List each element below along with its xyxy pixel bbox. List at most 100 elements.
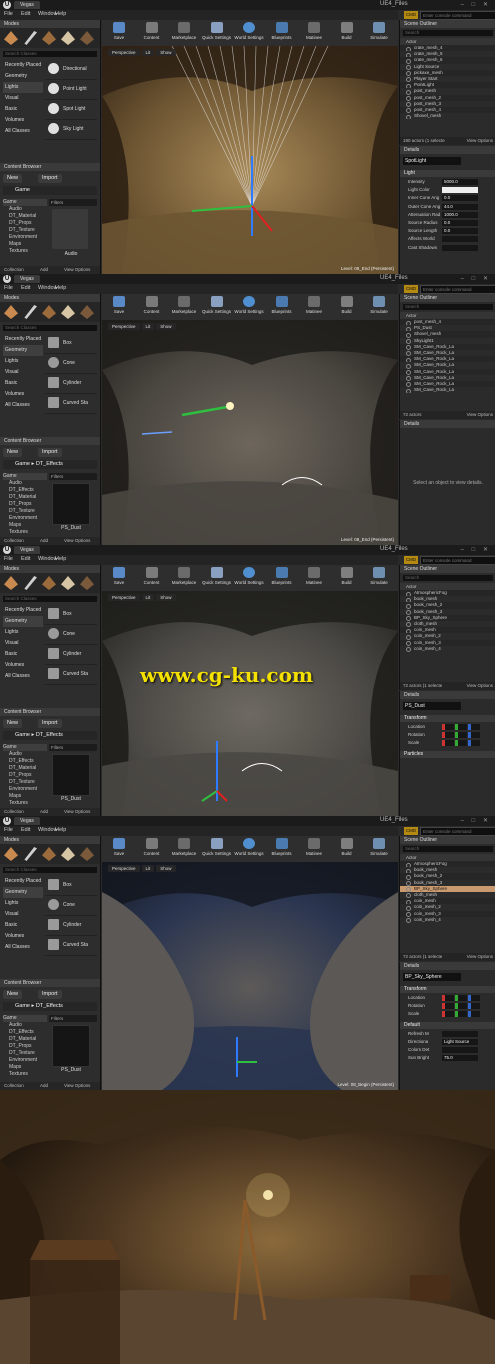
outliner-row[interactable]: coin_mesh_4 [400, 646, 495, 652]
category-basic[interactable]: Basic [3, 378, 43, 389]
viewport-show-button[interactable]: Show [156, 323, 176, 330]
level-viewport[interactable]: Perspective Lit Show Level: 08_End (Persist… [102, 320, 398, 545]
menu-item-help[interactable]: Help [55, 827, 66, 833]
path-segment[interactable]: DT_Effects [36, 461, 63, 467]
toolbar-simulate-button[interactable]: Simulate [364, 838, 394, 860]
level-tab[interactable]: Vegas [14, 275, 40, 283]
menu-item-edit[interactable]: Edit [21, 556, 30, 562]
asset-thumbnail[interactable] [52, 483, 90, 525]
place-item[interactable]: Curved Sta [45, 936, 97, 956]
folder-item[interactable]: Textures [3, 529, 47, 536]
place-item[interactable]: Curved Sta [45, 665, 97, 685]
mode-tab-icon[interactable] [42, 31, 56, 45]
search-classes-input[interactable]: Search Classes [3, 596, 97, 602]
toolbar-marketplace-button[interactable]: Marketplace [169, 838, 199, 860]
outliner-column-actor[interactable]: Actor [400, 854, 495, 861]
category-basic[interactable]: Basic [3, 920, 43, 931]
window-controls[interactable]: – □ ✕ [461, 817, 491, 824]
mode-tab-icon[interactable] [24, 31, 37, 45]
path-segment[interactable]: DT_Effects [36, 732, 63, 738]
property-value-field[interactable]: 75.0 [442, 1055, 478, 1062]
search-classes-input[interactable]: Search Classes [3, 325, 97, 331]
folder-item[interactable]: Environment [3, 786, 47, 793]
filters-dropdown[interactable]: Filters [49, 1015, 97, 1022]
mode-tab-icon[interactable] [4, 847, 18, 861]
new-button[interactable]: New [3, 719, 23, 728]
folder-item[interactable]: DT_Props [3, 772, 47, 779]
place-item[interactable]: Cone [45, 625, 97, 645]
view-options-button[interactable]: View Options [64, 1083, 90, 1088]
viewport-lit-button[interactable]: Lit [141, 865, 155, 872]
toolbar-blueprints-button[interactable]: Blueprints [267, 838, 297, 860]
folder-path[interactable]: Game ▸ DT_Effects [3, 460, 97, 469]
property-value-field[interactable]: 1000.0 [442, 211, 478, 218]
mode-tab-icon[interactable] [42, 847, 56, 861]
mode-tab-icon[interactable] [61, 847, 75, 861]
folder-item[interactable]: DT_Texture [3, 227, 47, 234]
path-segment[interactable]: Game [15, 1003, 30, 1009]
toolbar-marketplace-button[interactable]: Marketplace [169, 296, 199, 318]
folder-item[interactable]: Textures [3, 800, 47, 807]
viewport-perspective-button[interactable]: Perspective [108, 865, 140, 872]
category-all-classes[interactable]: All Classes [3, 126, 43, 137]
category-visual[interactable]: Visual [3, 638, 43, 649]
folder-item[interactable]: Audio [3, 206, 47, 213]
outliner-column-actor[interactable]: Actor [400, 583, 495, 590]
property-value-field[interactable] [442, 244, 478, 251]
category-geometry[interactable]: Geometry [3, 616, 43, 627]
path-segment[interactable]: DT_Effects [36, 1003, 63, 1009]
outliner-search-input[interactable]: Search [403, 846, 493, 852]
toolbar-save-button[interactable]: Save [104, 567, 134, 589]
category-visual[interactable]: Visual [3, 909, 43, 920]
vector-fields[interactable] [442, 1011, 481, 1018]
outliner-column-actor[interactable]: Actor [400, 312, 495, 319]
category-all-classes[interactable]: All Classes [3, 400, 43, 411]
mode-tab-icon[interactable] [80, 305, 94, 319]
category-lights[interactable]: Lights [3, 356, 43, 367]
new-button[interactable]: New [3, 448, 23, 457]
category-basic[interactable]: Basic [3, 649, 43, 660]
outliner-view-options-button[interactable]: View Options [467, 411, 493, 419]
outliner-view-options-button[interactable]: View Options [467, 137, 493, 145]
level-tab[interactable]: Vegas [14, 546, 40, 554]
toolbar-quick-settings-button[interactable]: Quick Settings [202, 567, 232, 589]
outliner-column-actor[interactable]: Actor [400, 38, 495, 45]
add-collection-button[interactable]: Add [40, 538, 48, 543]
toolbar-marketplace-button[interactable]: Marketplace [169, 567, 199, 589]
outliner-search-input[interactable]: Search [403, 304, 493, 310]
details-section-header[interactable]: Transform [400, 715, 495, 722]
outliner-row[interactable]: Shovel_mesh [400, 113, 495, 120]
toolbar-build-button[interactable]: Build [332, 567, 362, 589]
folder-item[interactable]: Game [3, 744, 47, 751]
category-visual[interactable]: Visual [3, 367, 43, 378]
console-input[interactable]: Enter console command [420, 285, 495, 294]
toolbar-build-button[interactable]: Build [332, 22, 362, 44]
collections-toggle[interactable]: Collection [4, 1083, 24, 1088]
category-volumes[interactable]: Volumes [3, 931, 43, 942]
mode-tab-icon[interactable] [80, 31, 94, 45]
folder-item[interactable]: Maps [3, 1064, 47, 1071]
toolbar-content-button[interactable]: Content [137, 296, 167, 318]
category-all-classes[interactable]: All Classes [3, 942, 43, 953]
toolbar-simulate-button[interactable]: Simulate [364, 567, 394, 589]
toolbar-simulate-button[interactable]: Simulate [364, 296, 394, 318]
toolbar-matinee-button[interactable]: Matinee [299, 567, 329, 589]
console-input[interactable]: Enter console command [420, 556, 495, 565]
folder-path[interactable]: Game ▸ DT_Effects [3, 1002, 97, 1011]
toolbar-content-button[interactable]: Content [137, 567, 167, 589]
view-options-button[interactable]: View Options [64, 267, 90, 272]
add-collection-button[interactable]: Add [40, 809, 48, 814]
folder-item[interactable]: Maps [3, 793, 47, 800]
outliner-view-options-button[interactable]: View Options [467, 953, 493, 961]
category-recently-placed[interactable]: Recently Placed [3, 876, 43, 887]
menu-item-edit[interactable]: Edit [21, 827, 30, 833]
folder-item[interactable]: DT_Props [3, 501, 47, 508]
search-classes-input[interactable]: Search Classes [3, 51, 97, 57]
menu-item-file[interactable]: File [4, 11, 13, 17]
place-item[interactable]: Directional [45, 60, 97, 80]
folder-item[interactable]: DT_Material [3, 494, 47, 501]
folder-item[interactable]: DT_Props [3, 220, 47, 227]
place-item[interactable]: Box [45, 334, 97, 354]
category-lights[interactable]: Lights [3, 898, 43, 909]
asset-thumbnail[interactable] [52, 1025, 90, 1067]
